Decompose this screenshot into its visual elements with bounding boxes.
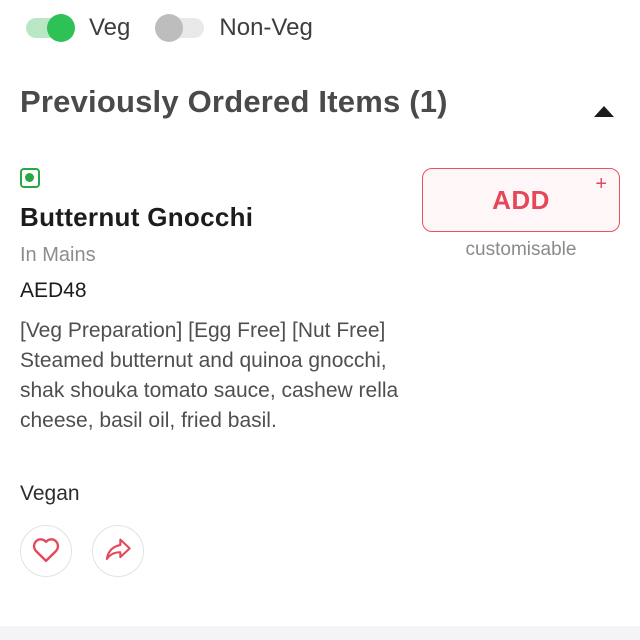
- non-veg-toggle-label: Non-Veg: [219, 14, 313, 41]
- customisable-label: customisable: [465, 239, 577, 260]
- veg-switch[interactable]: [26, 14, 75, 42]
- veg-toggle[interactable]: Veg: [26, 14, 130, 42]
- favourite-button[interactable]: [20, 525, 72, 577]
- heart-icon: [31, 535, 61, 568]
- share-button[interactable]: [92, 525, 144, 577]
- veg-switch-knob: [47, 14, 75, 42]
- veg-toggle-label: Veg: [89, 14, 131, 41]
- share-icon: [104, 536, 132, 567]
- item-name: Butternut Gnocchi: [20, 202, 254, 232]
- item-description: [Veg Preparation] [Egg Free] [Nut Free] …: [20, 319, 399, 432]
- menu-page: Veg Non-Veg Previously Ordered Items (1)…: [0, 0, 640, 640]
- veg-indicator-dot: [25, 173, 34, 182]
- section-divider: [0, 626, 640, 640]
- item-price: AED48: [20, 279, 87, 302]
- non-veg-toggle[interactable]: Non-Veg: [155, 14, 313, 42]
- non-veg-switch-knob: [155, 14, 184, 42]
- add-button-label: ADD: [492, 184, 550, 215]
- non-veg-switch[interactable]: [155, 14, 205, 42]
- diet-filters: Veg Non-Veg: [26, 8, 313, 48]
- plus-icon: +: [595, 173, 607, 195]
- caret-up-icon[interactable]: [592, 104, 616, 118]
- item-diet-tag: Vegan: [20, 482, 80, 505]
- veg-icon: [20, 168, 40, 188]
- section-title[interactable]: Previously Ordered Items (1): [20, 84, 448, 120]
- item-category: In Mains: [20, 244, 96, 266]
- add-button[interactable]: ADD +: [422, 168, 620, 232]
